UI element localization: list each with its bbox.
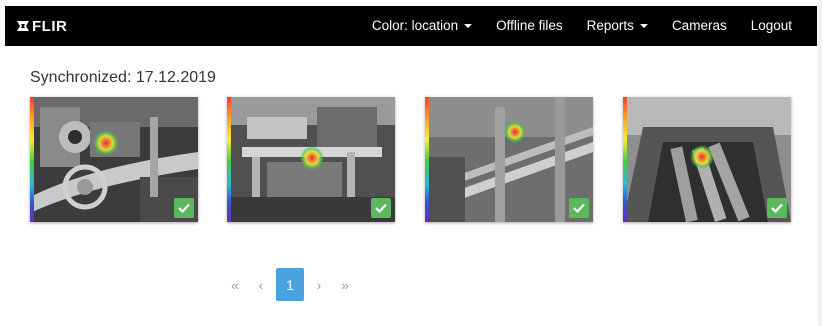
check-icon bbox=[771, 203, 783, 213]
synced-badge bbox=[174, 198, 194, 218]
nav-item-label: Reports bbox=[586, 18, 634, 33]
thermal-image-icon bbox=[30, 97, 198, 222]
flir-logo-icon bbox=[17, 21, 29, 31]
color-palette-bar bbox=[227, 97, 231, 222]
scrollbar-track[interactable] bbox=[818, 0, 822, 326]
check-icon bbox=[178, 203, 190, 213]
nav-item-label: Offline files bbox=[496, 18, 563, 33]
thermal-image-icon bbox=[227, 97, 395, 222]
first-page-button[interactable]: « bbox=[222, 268, 248, 301]
nav-cameras[interactable]: Cameras bbox=[660, 6, 739, 46]
sync-status-heading: Synchronized: 17.12.2019 bbox=[30, 69, 216, 86]
next-page-button[interactable]: › bbox=[306, 268, 332, 301]
thermal-image-thumbnail[interactable] bbox=[30, 97, 198, 222]
synced-badge bbox=[569, 198, 589, 218]
brand-name: FLIR bbox=[32, 17, 68, 35]
color-palette-bar bbox=[30, 97, 34, 222]
nav-item-label: Cameras bbox=[671, 18, 727, 33]
nav-reports-dropdown[interactable]: Reports bbox=[575, 6, 660, 46]
color-palette-bar bbox=[425, 97, 429, 222]
check-icon bbox=[375, 203, 387, 213]
caret-down-icon bbox=[639, 24, 648, 28]
synced-badge bbox=[371, 198, 391, 218]
last-page-button[interactable]: » bbox=[332, 268, 358, 301]
nav-item-label: Logout bbox=[750, 18, 792, 33]
thermal-image-thumbnail[interactable] bbox=[227, 97, 395, 222]
color-palette-bar bbox=[623, 97, 627, 222]
nav-offline-files[interactable]: Offline files bbox=[484, 6, 575, 46]
brand-logo[interactable]: FLIR bbox=[16, 6, 67, 46]
synced-badge bbox=[767, 198, 787, 218]
nav-color-location-dropdown[interactable]: Color: location bbox=[360, 6, 484, 46]
nav-logout[interactable]: Logout bbox=[739, 6, 804, 46]
current-page-button[interactable]: 1 bbox=[276, 268, 304, 301]
pagination: « ‹ 1 › » bbox=[222, 268, 358, 301]
top-navbar: FLIR Color: location Offline files Repor… bbox=[5, 6, 817, 46]
caret-down-icon bbox=[464, 24, 473, 28]
thermal-image-icon bbox=[425, 97, 593, 222]
main-nav: Color: location Offline files Reports Ca… bbox=[360, 6, 804, 46]
check-icon bbox=[573, 203, 585, 213]
previous-page-button[interactable]: ‹ bbox=[248, 268, 274, 301]
thermal-image-gallery bbox=[30, 97, 792, 223]
thermal-image-thumbnail[interactable] bbox=[623, 97, 791, 222]
nav-item-label: Color: location bbox=[371, 18, 459, 33]
thermal-image-thumbnail[interactable] bbox=[425, 97, 593, 222]
thermal-image-icon bbox=[623, 97, 791, 222]
